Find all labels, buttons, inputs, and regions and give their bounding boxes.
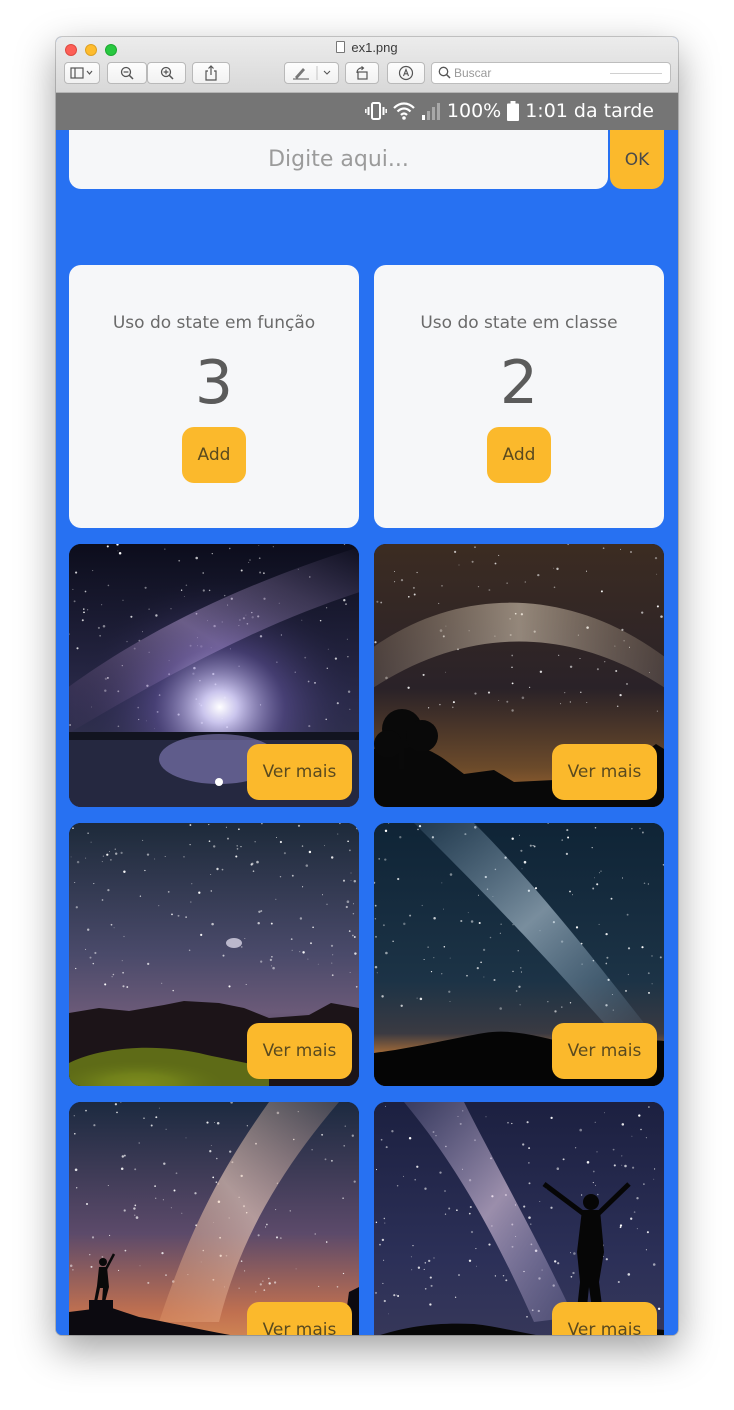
search-field[interactable]	[431, 62, 671, 84]
see-more-button-6[interactable]: Ver mais	[552, 1302, 657, 1335]
zoom-out-button[interactable]	[107, 62, 147, 84]
milky-way-person-arms-up-image	[374, 1102, 664, 1335]
rotate-button[interactable]	[345, 62, 379, 84]
markup-button[interactable]	[284, 62, 339, 84]
gallery-photo-3: Ver mais	[69, 823, 359, 1086]
share-icon	[205, 65, 217, 81]
search-icon	[438, 66, 451, 79]
see-more-button-2[interactable]: Ver mais	[552, 744, 657, 800]
zoom-out-icon	[120, 66, 134, 80]
app-content: OK Uso do state em função 3 Add Uso do s…	[56, 130, 678, 1335]
sidebar-toggle-button[interactable]	[64, 62, 100, 84]
annotate-button[interactable]	[387, 62, 425, 84]
text-input[interactable]	[69, 130, 608, 189]
see-more-button-3[interactable]: Ver mais	[247, 1023, 352, 1079]
share-button[interactable]	[192, 62, 230, 84]
window-title: ex1.png	[56, 40, 678, 55]
function-counter-card: Uso do state em função 3 Add	[69, 265, 359, 528]
gallery-photo-1: Ver mais	[69, 544, 359, 807]
class-counter-value: 2	[499, 348, 539, 418]
see-more-button-1[interactable]: Ver mais	[247, 744, 352, 800]
signal-icon	[421, 103, 440, 120]
zoom-in-icon	[160, 66, 174, 80]
search-divider	[610, 73, 662, 74]
function-counter-title: Uso do state em função	[112, 313, 316, 333]
document-icon	[336, 41, 346, 53]
gallery-photo-4: Ver mais	[374, 823, 664, 1086]
title-bar: ex1.png	[56, 37, 678, 93]
preview-window: ex1.png 10	[56, 37, 678, 1335]
search-input[interactable]	[454, 64, 594, 82]
gallery-photo-2: Ver mais	[374, 544, 664, 807]
wifi-icon	[393, 102, 415, 120]
markup-pen-icon	[292, 66, 330, 80]
gallery-photo-6: Ver mais	[374, 1102, 664, 1335]
gallery-photo-5: Ver mais	[69, 1102, 359, 1335]
android-status-bar: 100% 1:01 da tarde	[56, 93, 678, 130]
window-title-text: ex1.png	[351, 40, 398, 55]
see-more-button-4[interactable]: Ver mais	[552, 1023, 657, 1079]
class-counter-title: Uso do state em classe	[420, 313, 618, 333]
battery-percentage: 100%	[446, 100, 502, 122]
zoom-in-button[interactable]	[147, 62, 186, 84]
annotate-icon	[398, 65, 414, 81]
function-add-button[interactable]: Add	[182, 427, 246, 483]
ok-button[interactable]: OK	[610, 130, 664, 189]
class-counter-card: Uso do state em classe 2 Add	[374, 265, 664, 528]
milky-way-person-pointing-image	[69, 1102, 359, 1335]
see-more-button-5[interactable]: Ver mais	[247, 1302, 352, 1335]
vibrate-icon	[364, 102, 387, 120]
class-add-button[interactable]: Add	[487, 427, 551, 483]
function-counter-value: 3	[194, 348, 234, 418]
battery-icon	[507, 101, 520, 121]
sidebar-toggle-icon	[70, 67, 93, 79]
rotate-icon	[356, 66, 368, 80]
status-time: 1:01 da tarde	[525, 100, 654, 122]
